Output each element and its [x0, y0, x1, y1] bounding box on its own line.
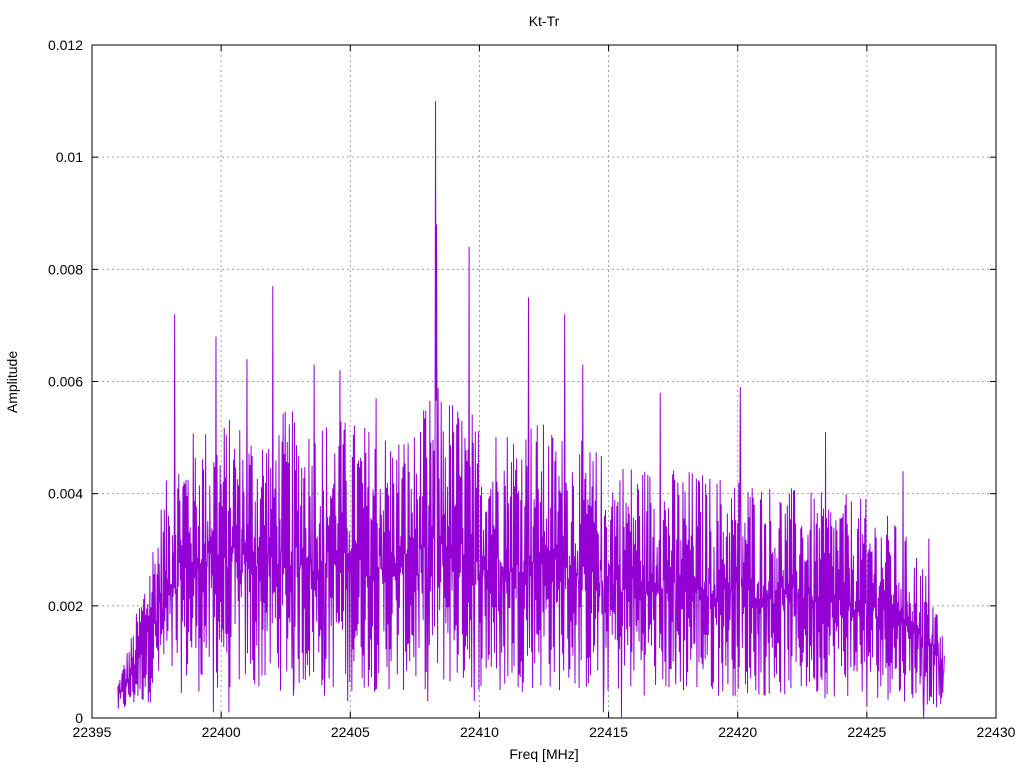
x-tick-label: 22425 — [847, 724, 886, 740]
y-tick-label: 0.006 — [48, 374, 83, 390]
x-tick-label: 22415 — [589, 724, 628, 740]
x-axis-label: Freq [MHz] — [509, 746, 578, 762]
y-tick-label: 0.002 — [48, 598, 83, 614]
x-tick-label: 22395 — [73, 724, 112, 740]
amplitude-series-line — [117, 101, 945, 719]
x-tick-label: 22430 — [977, 724, 1016, 740]
y-tick-label: 0.012 — [48, 37, 83, 53]
y-tick-label: 0 — [75, 710, 83, 726]
y-tick-label: 0.004 — [48, 486, 83, 502]
spectrum-chart: 22395 22400 22405 22410 22415 22420 22425 22430… — [4, 13, 1016, 762]
x-tick-label: 22420 — [718, 724, 757, 740]
y-tick-label: 0.008 — [48, 261, 83, 277]
chart-title: Kt-Tr — [529, 13, 560, 29]
y-tick-label: 0.01 — [56, 149, 83, 165]
y-axis-label: Amplitude — [4, 351, 20, 413]
x-tick-label: 22410 — [460, 724, 499, 740]
x-tick-label: 22400 — [202, 724, 241, 740]
x-tick-label: 22405 — [331, 724, 370, 740]
